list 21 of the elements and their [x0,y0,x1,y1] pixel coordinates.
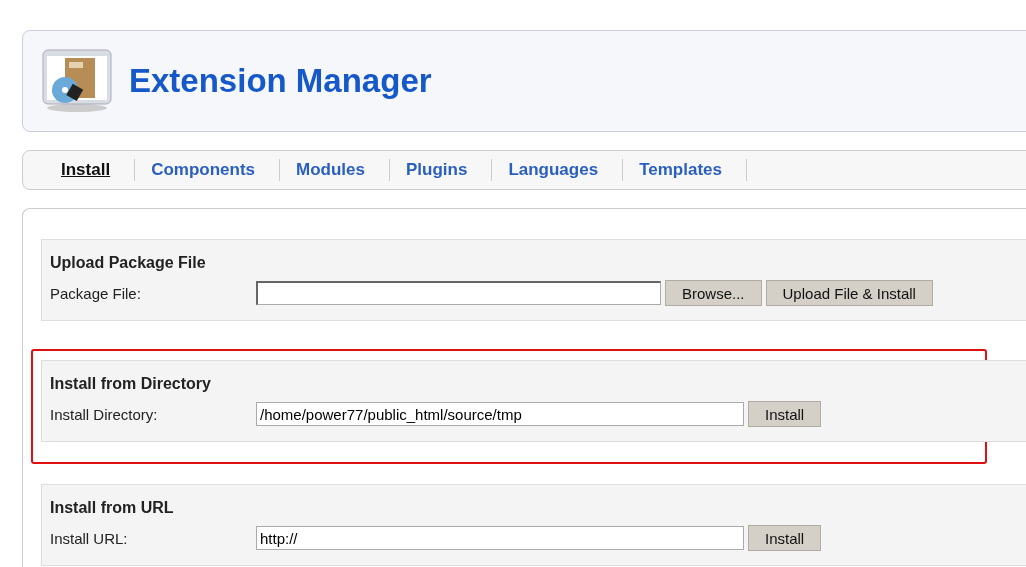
action-button[interactable]: Install [748,401,822,427]
package-disk-icon [41,48,113,114]
page-title: Extension Manager [129,62,432,100]
tab[interactable]: Components [135,160,279,180]
input-field[interactable]: http:// [256,526,744,550]
action-button[interactable]: Browse... [665,280,762,306]
tab[interactable]: Plugins [389,160,492,180]
tab[interactable]: Languages [492,160,623,180]
tab[interactable]: Modules [280,160,389,180]
field-label: Package File: [50,284,142,302]
section-title: Install from Directory [50,375,212,393]
field-label: Install Directory: [50,405,159,423]
action-button[interactable]: Upload File & Install [765,280,933,306]
action-button[interactable]: Install [748,525,822,551]
field-label: Install URL: [50,529,129,547]
input-field[interactable]: /home/power77/public_html/source/tmp [256,402,744,426]
tab[interactable]: Templates [623,160,746,180]
input-field[interactable] [256,281,661,305]
section-title: Install from URL [50,499,175,517]
section-title: Upload Package File [50,254,207,272]
tab[interactable]: Install [45,160,135,180]
